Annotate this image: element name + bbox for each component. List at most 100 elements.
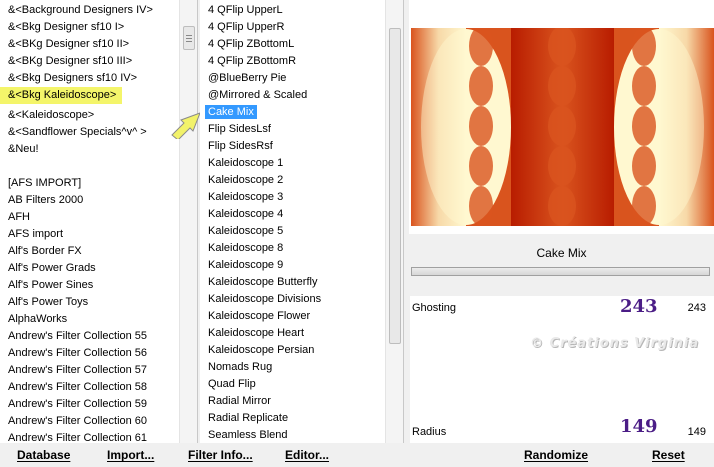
editor-button[interactable]: Editor... bbox=[285, 448, 329, 462]
filter-item[interactable]: Seamless Blend bbox=[200, 427, 385, 443]
filter-item-label: Kaleidoscope 9 bbox=[208, 259, 284, 271]
category-item[interactable]: &<BKg Designer sf10 II> bbox=[0, 36, 179, 53]
category-item[interactable]: [AFS IMPORT] bbox=[0, 175, 179, 192]
filter-item-label: 4 QFlip ZBottomL bbox=[208, 38, 295, 50]
filter-item[interactable]: Kaleidoscope 2 bbox=[200, 172, 385, 189]
category-item-label: Alf's Power Grads bbox=[8, 262, 96, 274]
category-item-label: &<Sandflower Specials^v^ > bbox=[8, 126, 147, 138]
filter-item-label: Nomads Rug bbox=[208, 361, 273, 373]
filter-item[interactable]: Flip SidesLsf bbox=[200, 121, 385, 138]
category-item[interactable]: &<Kaleidoscope> bbox=[0, 107, 179, 124]
bottom-toolbar: Database Import... Filter Info... Editor… bbox=[0, 443, 714, 467]
category-item-label: AB Filters 2000 bbox=[8, 194, 84, 206]
filter-item[interactable]: Kaleidoscope 1 bbox=[200, 155, 385, 172]
param-radius[interactable]: Radius 149 149 bbox=[410, 416, 714, 444]
category-item bbox=[0, 158, 179, 175]
filter-item[interactable]: Cake Mix bbox=[200, 104, 385, 121]
category-item-label: &<Bkg Designer sf10 I> bbox=[8, 21, 125, 33]
category-item[interactable]: AB Filters 2000 bbox=[0, 192, 179, 209]
selected-filter-name: Cake Mix bbox=[409, 240, 714, 266]
preview-image bbox=[411, 28, 714, 226]
category-item-label: Alf's Border FX bbox=[8, 245, 82, 257]
watermark: © Créations Virginia bbox=[530, 336, 700, 351]
filter-item[interactable]: Kaleidoscope 5 bbox=[200, 223, 385, 240]
category-item[interactable]: Alf's Power Sines bbox=[0, 277, 179, 294]
filter-item[interactable]: Nomads Rug bbox=[200, 359, 385, 376]
category-item[interactable]: Andrew's Filter Collection 56 bbox=[0, 345, 179, 362]
category-item[interactable]: Andrew's Filter Collection 59 bbox=[0, 396, 179, 413]
filter-item[interactable]: 4 QFlip ZBottomR bbox=[200, 53, 385, 70]
filter-item[interactable]: Kaleidoscope 9 bbox=[200, 257, 385, 274]
filter-list[interactable]: 4 QFlip UpperL 4 QFlip UpperR 4 QFlip ZBot… bbox=[200, 0, 404, 443]
category-list-scrollbar[interactable] bbox=[179, 0, 197, 443]
category-item-label: Alf's Power Sines bbox=[8, 279, 94, 291]
randomize-button[interactable]: Randomize bbox=[524, 448, 588, 462]
import-button[interactable]: Import... bbox=[107, 448, 154, 462]
category-item-label: Andrew's Filter Collection 58 bbox=[8, 381, 148, 393]
filter-item[interactable]: Radial Replicate bbox=[200, 410, 385, 427]
filter-item[interactable]: Kaleidoscope Persian bbox=[200, 342, 385, 359]
database-button[interactable]: Database bbox=[17, 448, 70, 462]
filter-item[interactable]: Radial Mirror bbox=[200, 393, 385, 410]
filter-item[interactable]: 4 QFlip UpperL bbox=[200, 2, 385, 19]
category-item[interactable]: AFS import bbox=[0, 226, 179, 243]
category-item[interactable]: Alf's Power Grads bbox=[0, 260, 179, 277]
filter-item[interactable]: 4 QFlip UpperR bbox=[200, 19, 385, 36]
filter-progress-bar bbox=[411, 267, 710, 276]
param-radius-label: Radius bbox=[412, 426, 447, 438]
filter-item-label: Kaleidoscope 5 bbox=[208, 225, 284, 237]
filter-item[interactable]: Kaleidoscope 3 bbox=[200, 189, 385, 206]
filter-item[interactable]: @Mirrored & Scaled bbox=[200, 87, 385, 104]
filter-item-label: Radial Replicate bbox=[208, 412, 289, 424]
filter-preview bbox=[409, 0, 714, 234]
filter-list-items: 4 QFlip UpperL 4 QFlip UpperR 4 QFlip ZBot… bbox=[200, 2, 385, 443]
filter-item[interactable]: Quad Flip bbox=[200, 376, 385, 393]
category-item-label: &<Bkg Designers sf10 IV> bbox=[8, 72, 138, 84]
param-radius-big-value: 149 bbox=[620, 416, 658, 437]
filter-item[interactable]: @BlueBerry Pie bbox=[200, 70, 385, 87]
category-item[interactable]: Alf's Power Toys bbox=[0, 294, 179, 311]
filter-item[interactable]: Kaleidoscope Divisions bbox=[200, 291, 385, 308]
category-item[interactable]: &<Background Designers IV> bbox=[0, 2, 179, 19]
filter-list-scrollbar[interactable] bbox=[385, 0, 403, 443]
category-list-scroll-thumb[interactable] bbox=[183, 26, 195, 50]
category-item[interactable]: Andrew's Filter Collection 60 bbox=[0, 413, 179, 430]
category-item[interactable]: &Neu! bbox=[0, 141, 179, 158]
category-item[interactable]: AFH bbox=[0, 209, 179, 226]
filter-item-label: 4 QFlip UpperR bbox=[208, 21, 285, 33]
category-item[interactable]: &<Sandflower Specials^v^ > bbox=[0, 124, 179, 141]
category-item[interactable]: Andrew's Filter Collection 57 bbox=[0, 362, 179, 379]
filter-item-label: @BlueBerry Pie bbox=[208, 72, 287, 84]
filter-item[interactable]: Flip SidesRsf bbox=[200, 138, 385, 155]
category-item[interactable]: &<BKg Designer sf10 III> bbox=[0, 53, 179, 70]
category-item[interactable]: Andrew's Filter Collection 61 bbox=[0, 430, 179, 443]
filter-item[interactable]: Kaleidoscope Flower bbox=[200, 308, 385, 325]
filter-item[interactable]: Kaleidoscope 4 bbox=[200, 206, 385, 223]
filter-info-button[interactable]: Filter Info... bbox=[188, 448, 253, 462]
filter-item[interactable]: 4 QFlip ZBottomL bbox=[200, 36, 385, 53]
category-list[interactable]: &<Background Designers IV> &<Bkg Designer… bbox=[0, 0, 198, 443]
filter-item-label: Kaleidoscope 4 bbox=[208, 208, 284, 220]
filter-item-label: @Mirrored & Scaled bbox=[208, 89, 308, 101]
param-ghosting[interactable]: Ghosting 243 243 bbox=[410, 296, 714, 332]
category-item-label: &<Background Designers IV> bbox=[8, 4, 153, 16]
category-item[interactable]: Andrew's Filter Collection 55 bbox=[0, 328, 179, 345]
category-item-label: Andrew's Filter Collection 61 bbox=[8, 432, 148, 443]
category-item[interactable]: Alf's Border FX bbox=[0, 243, 179, 260]
filter-item-label: Kaleidoscope Flower bbox=[208, 310, 311, 322]
filter-item-label: Kaleidoscope 3 bbox=[208, 191, 284, 203]
param-ghosting-label: Ghosting bbox=[412, 302, 457, 314]
filter-item-label: Kaleidoscope 2 bbox=[208, 174, 284, 186]
filter-item[interactable]: Kaleidoscope Heart bbox=[200, 325, 385, 342]
category-item[interactable]: Andrew's Filter Collection 58 bbox=[0, 379, 179, 396]
category-item[interactable]: &<Bkg Designers sf10 IV> bbox=[0, 70, 179, 87]
filter-list-scroll-thumb[interactable] bbox=[389, 28, 401, 344]
filter-item[interactable]: Kaleidoscope 8 bbox=[200, 240, 385, 257]
filter-item-label: 4 QFlip UpperL bbox=[208, 4, 283, 16]
filter-item[interactable]: Kaleidoscope Butterfly bbox=[200, 274, 385, 291]
param-ghosting-big-value: 243 bbox=[620, 296, 658, 317]
category-item[interactable]: &<Bkg Designer sf10 I> bbox=[0, 19, 179, 36]
reset-button[interactable]: Reset bbox=[652, 448, 685, 462]
category-item[interactable]: AlphaWorks bbox=[0, 311, 179, 328]
category-item[interactable]: &<Bkg Kaleidoscope> bbox=[0, 87, 123, 104]
